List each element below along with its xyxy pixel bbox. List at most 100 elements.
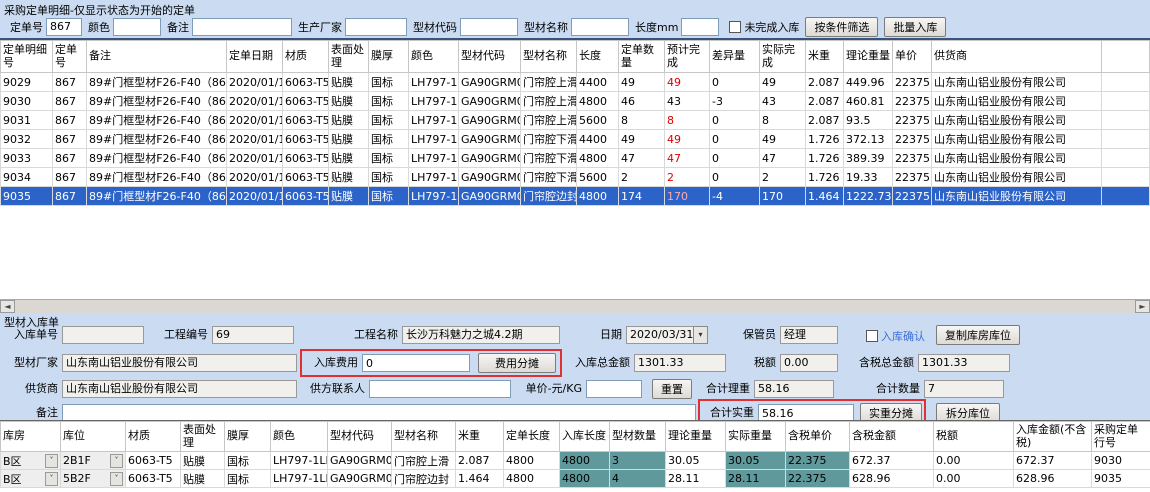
cell: 9030 (1092, 452, 1150, 470)
batch-inbound-button[interactable]: 批量入库 (884, 17, 946, 37)
column-header[interactable]: 表面处理 (329, 41, 369, 73)
contact-input[interactable] (369, 380, 511, 398)
chevron-down-icon[interactable]: ˅ (110, 472, 123, 486)
reset-button[interactable]: 重置 (652, 379, 692, 399)
column-header[interactable]: 采购定单行号 (1092, 422, 1150, 452)
column-header[interactable]: 定单长度 (504, 422, 560, 452)
cell: 867 (53, 111, 87, 130)
table-row[interactable]: B区˅5B2F˅6063-T5贴膜国标LH797-1LL0GA90GRM05门帘… (1, 470, 1150, 488)
project-no-field[interactable]: 69 (212, 326, 294, 344)
column-header[interactable]: 差异量 (710, 41, 760, 73)
column-header[interactable]: 材质 (126, 422, 181, 452)
unfinished-inbound-checkbox[interactable]: 未完成入库 (729, 19, 799, 35)
supplier-field[interactable]: 山东南山铝业股份有限公司 (62, 380, 297, 398)
table-row[interactable]: 903486789#门框型材F26-F40（866+867）2020/01/13… (1, 168, 1150, 187)
cell: 贴膜 (329, 149, 369, 168)
column-header[interactable]: 型材代码 (328, 422, 392, 452)
filter-input[interactable] (192, 18, 292, 36)
cell: 389.39 (844, 149, 893, 168)
total-amount-field[interactable]: 1301.33 (634, 354, 726, 372)
horizontal-scrollbar[interactable]: ◄ ► (0, 299, 1150, 313)
chevron-down-icon[interactable]: ˅ (45, 454, 58, 468)
column-header[interactable]: 颜色 (271, 422, 328, 452)
table-row[interactable]: 903286789#门框型材F26-F40（866+867）2020/01/13… (1, 130, 1150, 149)
cell: 贴膜 (329, 92, 369, 111)
fee-input[interactable] (362, 354, 470, 372)
column-header[interactable]: 米重 (456, 422, 504, 452)
scroll-left-icon[interactable]: ◄ (0, 300, 15, 313)
column-header[interactable]: 入库金额(不含税) (1014, 422, 1092, 452)
cell: 9035 (1092, 470, 1150, 488)
column-header[interactable]: 长度 (577, 41, 619, 73)
calendar-dropdown-icon[interactable]: ▾ (693, 326, 708, 344)
checkbox-icon[interactable] (729, 21, 741, 33)
cell: 门帘腔下滑 (521, 149, 577, 168)
filter-input[interactable] (345, 18, 407, 36)
scroll-right-icon[interactable]: ► (1135, 300, 1150, 313)
column-header[interactable]: 库房 (1, 422, 61, 452)
column-header[interactable]: 库位 (61, 422, 126, 452)
fee-share-button[interactable]: 费用分摊 (478, 353, 556, 373)
column-header[interactable]: 定单数量 (619, 41, 665, 73)
scrollbar-track[interactable] (15, 300, 1135, 313)
chevron-down-icon[interactable]: ˅ (110, 454, 123, 468)
cell: 22.375 (786, 452, 850, 470)
column-header[interactable]: 定单明细号 (1, 41, 53, 73)
column-header[interactable]: 实际重量 (726, 422, 786, 452)
filter-by-condition-button[interactable]: 按条件筛选 (805, 17, 878, 37)
column-header[interactable]: 理论重量 (844, 41, 893, 73)
table-row[interactable]: 903586789#门框型材F26-F40（866+867）2020/01/13… (1, 187, 1150, 206)
column-header[interactable]: 膜厚 (369, 41, 409, 73)
column-header[interactable]: 入库长度 (560, 422, 610, 452)
table-row[interactable]: 903186789#门框型材F26-F40（866+867）2020/01/13… (1, 111, 1150, 130)
column-header[interactable]: 供货商 (932, 41, 1102, 73)
table-row[interactable]: 903386789#门框型材F26-F40（866+867）2020/01/13… (1, 149, 1150, 168)
cell: 1.464 (456, 470, 504, 488)
column-header[interactable]: 定单号 (53, 41, 87, 73)
filter-input[interactable] (460, 18, 518, 36)
column-header[interactable]: 预计完成 (665, 41, 710, 73)
total-theory-field[interactable]: 58.16 (754, 380, 834, 398)
column-header[interactable]: 含税金额 (850, 422, 934, 452)
column-header[interactable]: 型材数量 (610, 422, 666, 452)
filter-input[interactable] (113, 18, 161, 36)
cell: LH797-1LL0 (409, 130, 459, 149)
inbound-confirm-checkbox[interactable]: 入库确认 (866, 328, 925, 344)
column-header[interactable]: 单价 (893, 41, 932, 73)
filter-input[interactable] (681, 18, 719, 36)
filter-input[interactable] (571, 18, 629, 36)
unit-price-input[interactable] (586, 380, 642, 398)
filter-input[interactable] (46, 18, 82, 36)
column-header[interactable]: 定单日期 (227, 41, 283, 73)
project-name-field[interactable]: 长沙万科魅力之城4.2期 (402, 326, 560, 344)
chevron-down-icon[interactable]: ˅ (45, 472, 58, 486)
keeper-field[interactable]: 经理 (780, 326, 838, 344)
column-header[interactable]: 膜厚 (225, 422, 271, 452)
column-header[interactable]: 型材名称 (521, 41, 577, 73)
tax-field[interactable]: 0.00 (780, 354, 838, 372)
column-header[interactable]: 型材名称 (392, 422, 456, 452)
column-header[interactable]: 表面处理 (181, 422, 225, 452)
table-row[interactable]: 903086789#门框型材F26-F40（866+867）2020/01/13… (1, 92, 1150, 111)
column-header[interactable]: 含税单价 (786, 422, 850, 452)
cell: 1222.73 (844, 187, 893, 206)
column-header[interactable]: 米重 (806, 41, 844, 73)
total-qty-field[interactable]: 7 (924, 380, 1004, 398)
fee-label: 入库费用 (306, 354, 358, 372)
total-with-tax-field[interactable]: 1301.33 (918, 354, 1010, 372)
column-header[interactable]: 理论重量 (666, 422, 726, 452)
column-header[interactable]: 颜色 (409, 41, 459, 73)
inbound-no-field[interactable] (62, 326, 144, 344)
column-header[interactable]: 实际完成 (760, 41, 806, 73)
copy-warehouse-location-button[interactable]: 复制库房库位 (936, 325, 1020, 345)
column-header[interactable]: 税额 (934, 422, 1014, 452)
column-header[interactable]: 备注 (87, 41, 227, 73)
cell: 2.087 (456, 452, 504, 470)
column-header[interactable]: 材质 (283, 41, 329, 73)
table-row[interactable]: 902986789#门框型材F26-F40（866+867）2020/01/13… (1, 73, 1150, 92)
factory-field[interactable]: 山东南山铝业股份有限公司 (62, 354, 297, 372)
cell: 门帘腔上滑 (392, 452, 456, 470)
checkbox-icon[interactable] (866, 330, 878, 342)
table-row[interactable]: B区˅2B1F˅6063-T5贴膜国标LH797-1LL0GA90GRM03门帘… (1, 452, 1150, 470)
column-header[interactable]: 型材代码 (459, 41, 521, 73)
